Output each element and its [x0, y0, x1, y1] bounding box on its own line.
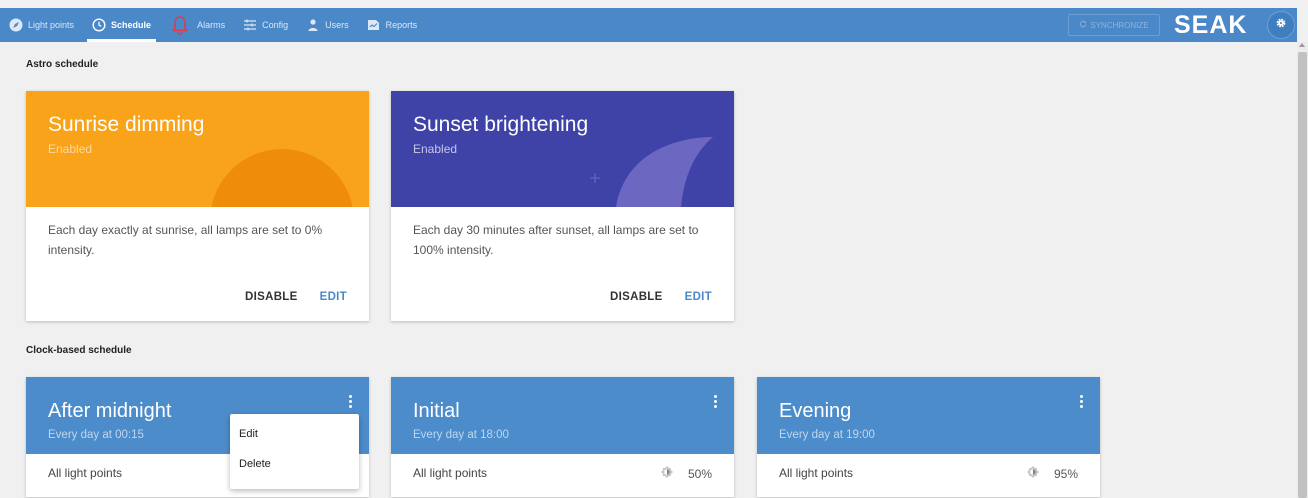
- nav-label: Users: [325, 20, 349, 30]
- settings-button[interactable]: [1267, 11, 1295, 39]
- astro-card-sunrise: Sunrise dimming Enabled Each day exactly…: [26, 91, 369, 321]
- sliders-icon: [243, 18, 257, 32]
- card-context-menu: Edit Delete: [230, 414, 359, 489]
- more-options-icon[interactable]: [345, 395, 355, 411]
- clock-schedule-heading: Clock-based schedule: [26, 345, 132, 356]
- astro-card-actions: DISABLE EDIT: [245, 291, 347, 303]
- nav-label: Config: [262, 20, 289, 30]
- report-icon: [367, 18, 381, 32]
- clock-card-subtitle: Every day at 19:00: [779, 429, 875, 441]
- nav-item-light-points[interactable]: Light points: [0, 8, 83, 42]
- astro-schedule-heading: Astro schedule: [26, 59, 99, 70]
- nav-item-reports[interactable]: Reports: [358, 8, 427, 42]
- clock-card-evening: Evening Every day at 19:00 All light poi…: [757, 377, 1100, 497]
- user-icon: [306, 18, 320, 32]
- scroll-up-arrow[interactable]: [1299, 43, 1305, 47]
- menu-item-delete[interactable]: Delete: [230, 447, 359, 480]
- nav-item-alarms[interactable]: Alarms: [160, 8, 234, 42]
- nav-item-users[interactable]: Users: [297, 8, 358, 42]
- edit-button[interactable]: EDIT: [320, 291, 347, 303]
- menu-item-edit[interactable]: Edit: [230, 423, 359, 447]
- astro-card-header: Sunset brightening Enabled: [391, 91, 734, 207]
- astro-card-header: Sunrise dimming Enabled: [26, 91, 369, 207]
- main-nav: Light points Schedule Alarms Config User…: [0, 8, 426, 42]
- disable-button[interactable]: DISABLE: [610, 291, 663, 303]
- brightness-value: 50%: [687, 466, 712, 481]
- astro-card-status: Enabled: [413, 142, 458, 156]
- clock-card-subtitle: Every day at 18:00: [413, 429, 509, 441]
- clock-card-title: After midnight: [48, 400, 172, 422]
- brand-logo: SEAK: [1174, 11, 1248, 39]
- clock-card-header: Evening Every day at 19:00: [757, 377, 1100, 454]
- gear-icon: [1275, 16, 1287, 34]
- astro-card-sunset: Sunset brightening Enabled Each day 30 m…: [391, 91, 734, 321]
- clock-card-target: All light points: [413, 466, 488, 480]
- brightness-icon: [660, 465, 674, 482]
- bell-icon: [169, 14, 191, 36]
- nav-label: Schedule: [111, 20, 152, 30]
- clock-card-header: Initial Every day at 18:00: [391, 377, 734, 454]
- astro-card-description: Each day exactly at sunrise, all lamps a…: [48, 223, 323, 257]
- brightness-value: 95%: [1053, 466, 1078, 481]
- synchronize-button[interactable]: SYNCHRONIZE: [1068, 14, 1160, 36]
- clock-card-level: 50%: [660, 465, 712, 482]
- clock-card-title: Initial: [413, 400, 460, 422]
- clock-card-target: All light points: [48, 466, 123, 480]
- clock-card-subtitle: Every day at 00:15: [48, 429, 144, 441]
- astro-card-status: Enabled: [48, 142, 93, 156]
- nav-item-schedule[interactable]: Schedule: [83, 8, 160, 42]
- nav-item-config[interactable]: Config: [234, 8, 297, 42]
- nav-label: Reports: [385, 20, 418, 30]
- astro-card-actions: DISABLE EDIT: [610, 291, 712, 303]
- disable-button[interactable]: DISABLE: [245, 291, 298, 303]
- astro-card-title: Sunset brightening: [413, 113, 589, 136]
- astro-card-description: Each day 30 minutes after sunset, all la…: [413, 223, 699, 257]
- scroll-thumb[interactable]: [1298, 52, 1307, 498]
- nav-label: Light points: [28, 20, 75, 30]
- clock-icon: [92, 18, 106, 32]
- sync-label: SYNCHRONIZE: [1090, 20, 1149, 30]
- compass-icon: [9, 18, 23, 32]
- clock-card-initial: Initial Every day at 18:00 All light poi…: [391, 377, 734, 497]
- astro-card-title: Sunrise dimming: [48, 113, 205, 136]
- brightness-icon: [1026, 465, 1040, 482]
- clock-card-target: All light points: [779, 466, 854, 480]
- nav-label: Alarms: [197, 20, 226, 30]
- top-navigation-bar: Light points Schedule Alarms Config User…: [0, 8, 1297, 42]
- clock-card-title: Evening: [779, 400, 852, 422]
- edit-button[interactable]: EDIT: [685, 291, 712, 303]
- more-options-icon[interactable]: [710, 395, 720, 411]
- clock-card-level: 95%: [1026, 465, 1078, 482]
- sync-icon: [1079, 20, 1087, 30]
- more-options-icon[interactable]: [1076, 395, 1086, 411]
- vertical-scrollbar[interactable]: [1297, 42, 1308, 498]
